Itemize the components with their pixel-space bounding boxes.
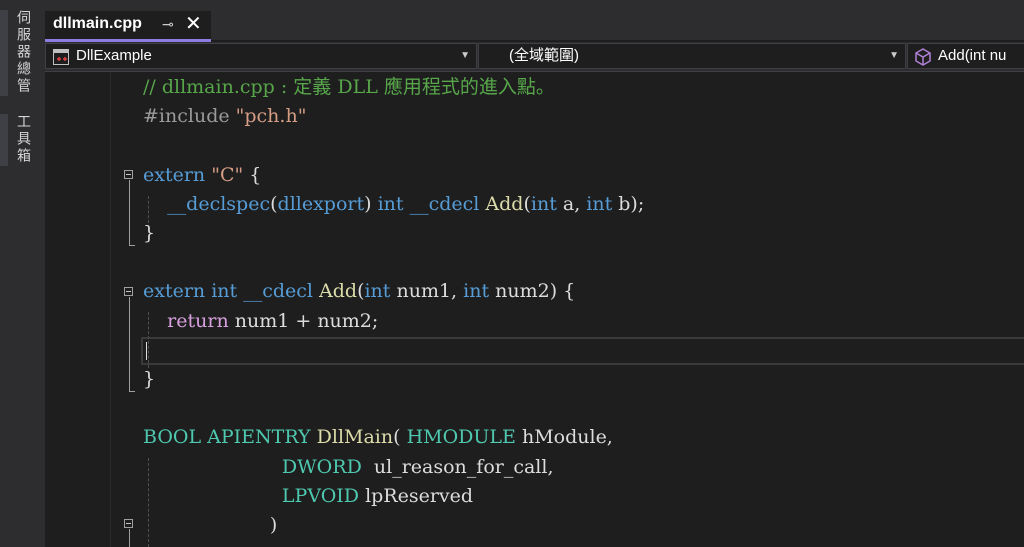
code-token: extern xyxy=(143,163,212,186)
tab-dllmain[interactable]: dllmain.cpp ⊸ ✕ xyxy=(45,11,211,42)
code-token: ( xyxy=(523,192,531,215)
member-dropdown-label: Add(int nu xyxy=(938,47,1007,64)
code-line[interactable]: #include "pch.h" xyxy=(143,102,306,131)
code-line[interactable]: // dllmain.cpp : 定義 DLL 應用程式的進入點。 xyxy=(143,73,555,102)
code-line[interactable]: return num1 + num2; xyxy=(143,307,378,336)
sidebar-tab-toolbox[interactable] xyxy=(0,114,8,166)
code-token: __declspec xyxy=(167,192,271,215)
text-caret xyxy=(146,342,147,360)
code-token: LPVOID xyxy=(281,484,360,507)
chevron-down-icon: ▼ xyxy=(889,50,899,61)
gutter-divider xyxy=(110,72,111,547)
code-line[interactable]: } xyxy=(143,365,155,394)
code-token: } xyxy=(143,222,156,244)
code-line[interactable]: ) xyxy=(143,511,277,540)
project-dropdown-label: DllExample xyxy=(76,47,152,64)
code-token: return xyxy=(167,309,229,332)
editor-gutter xyxy=(45,72,110,547)
fold-toggle-dllmain[interactable] xyxy=(124,519,133,528)
method-cube-icon xyxy=(915,48,931,66)
code-line[interactable]: __declspec(dllexport) int __cdecl Add(in… xyxy=(143,190,644,219)
pin-icon[interactable]: ⊸ xyxy=(162,16,174,33)
tab-title[interactable]: dllmain.cpp xyxy=(53,15,142,33)
code-token: // dllmain.cpp : 定義 DLL 應用程式的進入點。 xyxy=(143,76,555,98)
code-token: a, xyxy=(556,192,587,215)
code-line[interactable]: BOOL APIENTRY DllMain( HMODULE hModule, xyxy=(143,423,613,452)
code-token: APIENTRY xyxy=(207,426,311,449)
fold-end xyxy=(129,391,135,392)
code-line[interactable]: extern "C" { xyxy=(143,161,261,190)
code-token: "C" xyxy=(211,163,244,186)
code-token: ) xyxy=(364,192,378,215)
code-token: b); xyxy=(612,192,645,215)
code-token: Add xyxy=(319,280,358,303)
close-icon[interactable]: ✕ xyxy=(185,11,202,36)
code-token: hModule, xyxy=(515,426,613,449)
code-token: ) xyxy=(143,514,278,536)
scope-dropdown-label: (全域範圍) xyxy=(509,47,579,64)
code-line[interactable]: LPVOID lpReserved xyxy=(143,482,473,511)
code-token: } xyxy=(143,368,156,390)
code-line[interactable]: } xyxy=(143,219,155,248)
scope-dropdown[interactable]: (全域範圍) ▼ xyxy=(478,43,906,69)
code-token: ul_reason_for_call, xyxy=(361,455,554,478)
code-token: int xyxy=(530,192,557,215)
project-dropdown[interactable]: DllExample ▼ xyxy=(45,43,477,69)
navigation-bar: DllExample ▼ (全域範圍) ▼ Add(int nu xyxy=(45,42,1024,72)
sidebar-tab-server-explorer[interactable] xyxy=(0,10,8,96)
code-token: dllexport xyxy=(277,192,365,215)
code-token: __cdecl xyxy=(409,192,480,215)
code-token: DllMain xyxy=(316,426,394,449)
code-token: ( xyxy=(270,192,278,215)
code-token: __cdecl xyxy=(243,280,313,303)
chevron-down-icon: ▼ xyxy=(460,50,470,61)
code-token: DWORD xyxy=(281,455,362,478)
sidebar: 伺服器總管 工具箱 xyxy=(0,0,45,547)
code-token: extern xyxy=(143,280,212,303)
code-token: int xyxy=(586,192,613,215)
fold-line xyxy=(129,529,130,547)
code-token: int xyxy=(364,280,391,303)
code-token: BOOL xyxy=(143,426,202,449)
code-token: #include xyxy=(143,105,236,128)
code-token: int xyxy=(463,280,490,303)
current-line-highlight xyxy=(141,337,1024,365)
fold-line xyxy=(129,180,130,245)
sidebar-tab-server-explorer-label[interactable]: 伺服器總管 xyxy=(14,10,34,95)
code-token: num1, xyxy=(390,280,464,303)
cpp-project-icon xyxy=(53,49,69,65)
code-token: int xyxy=(377,192,404,215)
fold-toggle-add-function[interactable] xyxy=(124,287,133,296)
code-token: num2) { xyxy=(489,280,576,303)
code-line[interactable]: DWORD ul_reason_for_call, xyxy=(143,453,554,482)
code-token: ( xyxy=(393,426,407,449)
fold-line xyxy=(129,297,130,391)
sidebar-tab-toolbox-label[interactable]: 工具箱 xyxy=(14,114,34,165)
fold-end xyxy=(129,245,135,246)
member-dropdown[interactable]: Add(int nu xyxy=(907,43,1024,69)
code-token: { xyxy=(243,163,262,186)
code-token: lpReserved xyxy=(359,484,474,507)
code-token: num1 + num2; xyxy=(228,309,379,332)
code-token: HMODULE xyxy=(406,426,516,449)
code-token: "pch.h" xyxy=(235,105,307,128)
code-line[interactable]: extern int __cdecl Add(int num1, int num… xyxy=(143,277,575,306)
code-token: int xyxy=(211,280,238,303)
fold-toggle-extern-c[interactable] xyxy=(124,170,133,179)
code-token: Add xyxy=(485,192,524,215)
